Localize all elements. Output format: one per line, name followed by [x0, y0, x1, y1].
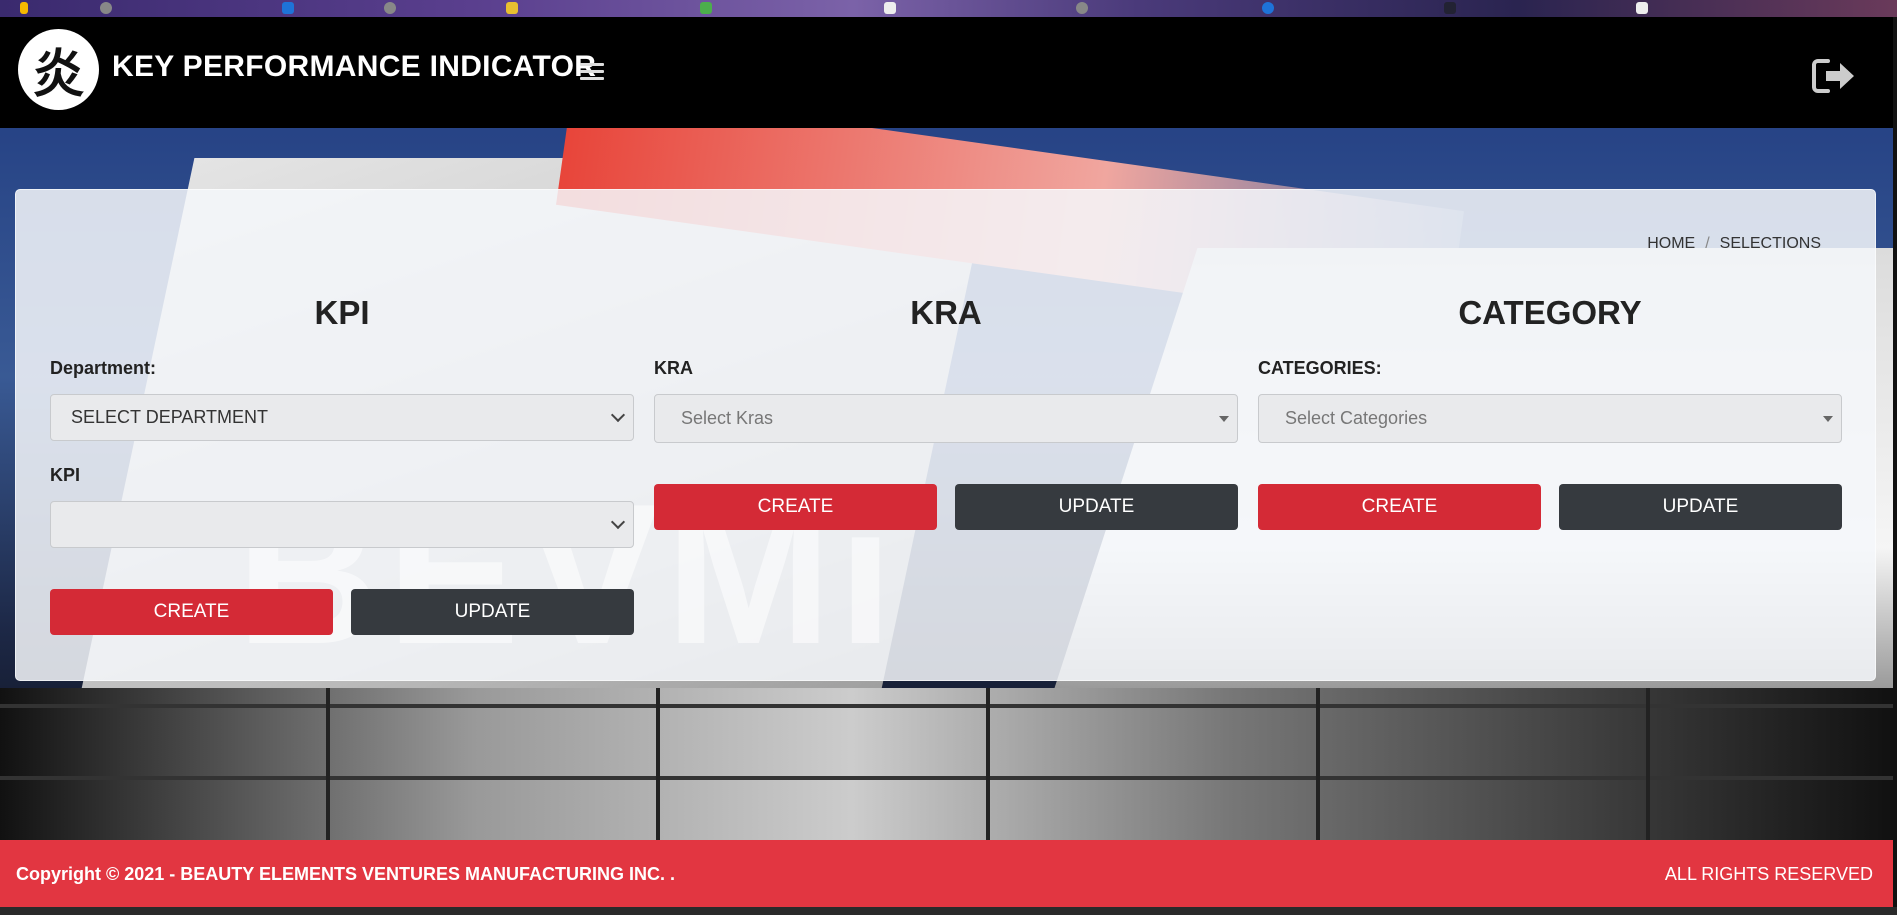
taskbar-app-icon[interactable]: [384, 2, 396, 14]
kra-label: KRA: [654, 358, 693, 378]
category-heading: CATEGORY: [1458, 294, 1642, 331]
kpi-section: KPI Department: SELECT DEPARTMENT KPI CR…: [50, 190, 634, 680]
caret-down-icon: [1823, 416, 1833, 422]
app-footer: Copyright © 2021 - BEAUTY ELEMENTS VENTU…: [0, 840, 1893, 907]
kra-select[interactable]: Select Kras: [654, 394, 1238, 443]
kra-create-button[interactable]: CREATE: [654, 484, 937, 530]
kpi-label: KPI: [50, 465, 81, 485]
logout-icon[interactable]: [1812, 57, 1856, 95]
kpi-select[interactable]: [50, 501, 634, 548]
category-create-button[interactable]: CREATE: [1258, 484, 1541, 530]
window-edge: [1893, 17, 1897, 907]
kra-heading: KRA: [910, 294, 982, 331]
department-select-value: SELECT DEPARTMENT: [71, 407, 269, 427]
app-title: KEY PERFORMANCE INDICATOR: [112, 50, 597, 83]
chevron-down-icon: [610, 514, 626, 530]
kpi-create-button[interactable]: CREATE: [50, 589, 333, 635]
department-select[interactable]: SELECT DEPARTMENT: [50, 394, 634, 441]
kra-select-placeholder: Select Kras: [681, 408, 774, 428]
kpi-heading: KPI: [314, 294, 370, 331]
taskbar-app-icon[interactable]: [20, 2, 28, 14]
kpi-update-button[interactable]: UPDATE: [351, 589, 634, 635]
hamburger-icon[interactable]: [580, 63, 604, 83]
categories-select[interactable]: Select Categories: [1258, 394, 1842, 443]
window-bottom-strip: [0, 907, 1897, 915]
company-logo: 炎: [18, 29, 99, 110]
caret-down-icon: [1219, 416, 1229, 422]
category-update-button[interactable]: UPDATE: [1559, 484, 1842, 530]
taskbar-app-icon[interactable]: [1636, 2, 1648, 14]
taskbar-app-icon[interactable]: [506, 2, 518, 14]
os-taskbar-strip: [0, 0, 1897, 17]
app-header: 炎 KEY PERFORMANCE INDICATOR: [0, 17, 1893, 128]
rights-text: ALL RIGHTS RESERVED: [1664, 864, 1873, 884]
categories-label: CATEGORIES:: [1258, 358, 1382, 378]
taskbar-app-icon[interactable]: [1262, 2, 1274, 14]
kra-update-button[interactable]: UPDATE: [955, 484, 1238, 530]
copyright-text: Copyright © 2021 - BEAUTY ELEMENTS VENTU…: [16, 864, 675, 884]
chevron-down-icon: [610, 407, 626, 423]
department-label: Department:: [50, 358, 157, 378]
taskbar-app-icon[interactable]: [282, 2, 294, 14]
taskbar-app-icon[interactable]: [100, 2, 112, 14]
taskbar-app-icon[interactable]: [1076, 2, 1088, 14]
category-section: CATEGORY CATEGORIES: Select Categories C…: [1258, 190, 1842, 680]
categories-select-placeholder: Select Categories: [1285, 408, 1428, 428]
taskbar-app-icon[interactable]: [1444, 2, 1456, 14]
taskbar-app-icon[interactable]: [700, 2, 712, 14]
selections-card: BEVMi HOME / SELECTIONS KPI Department: …: [15, 189, 1876, 686]
kra-section: KRA KRA Select Kras CREATE UPDATE: [654, 190, 1238, 680]
taskbar-app-icon[interactable]: [884, 2, 896, 14]
